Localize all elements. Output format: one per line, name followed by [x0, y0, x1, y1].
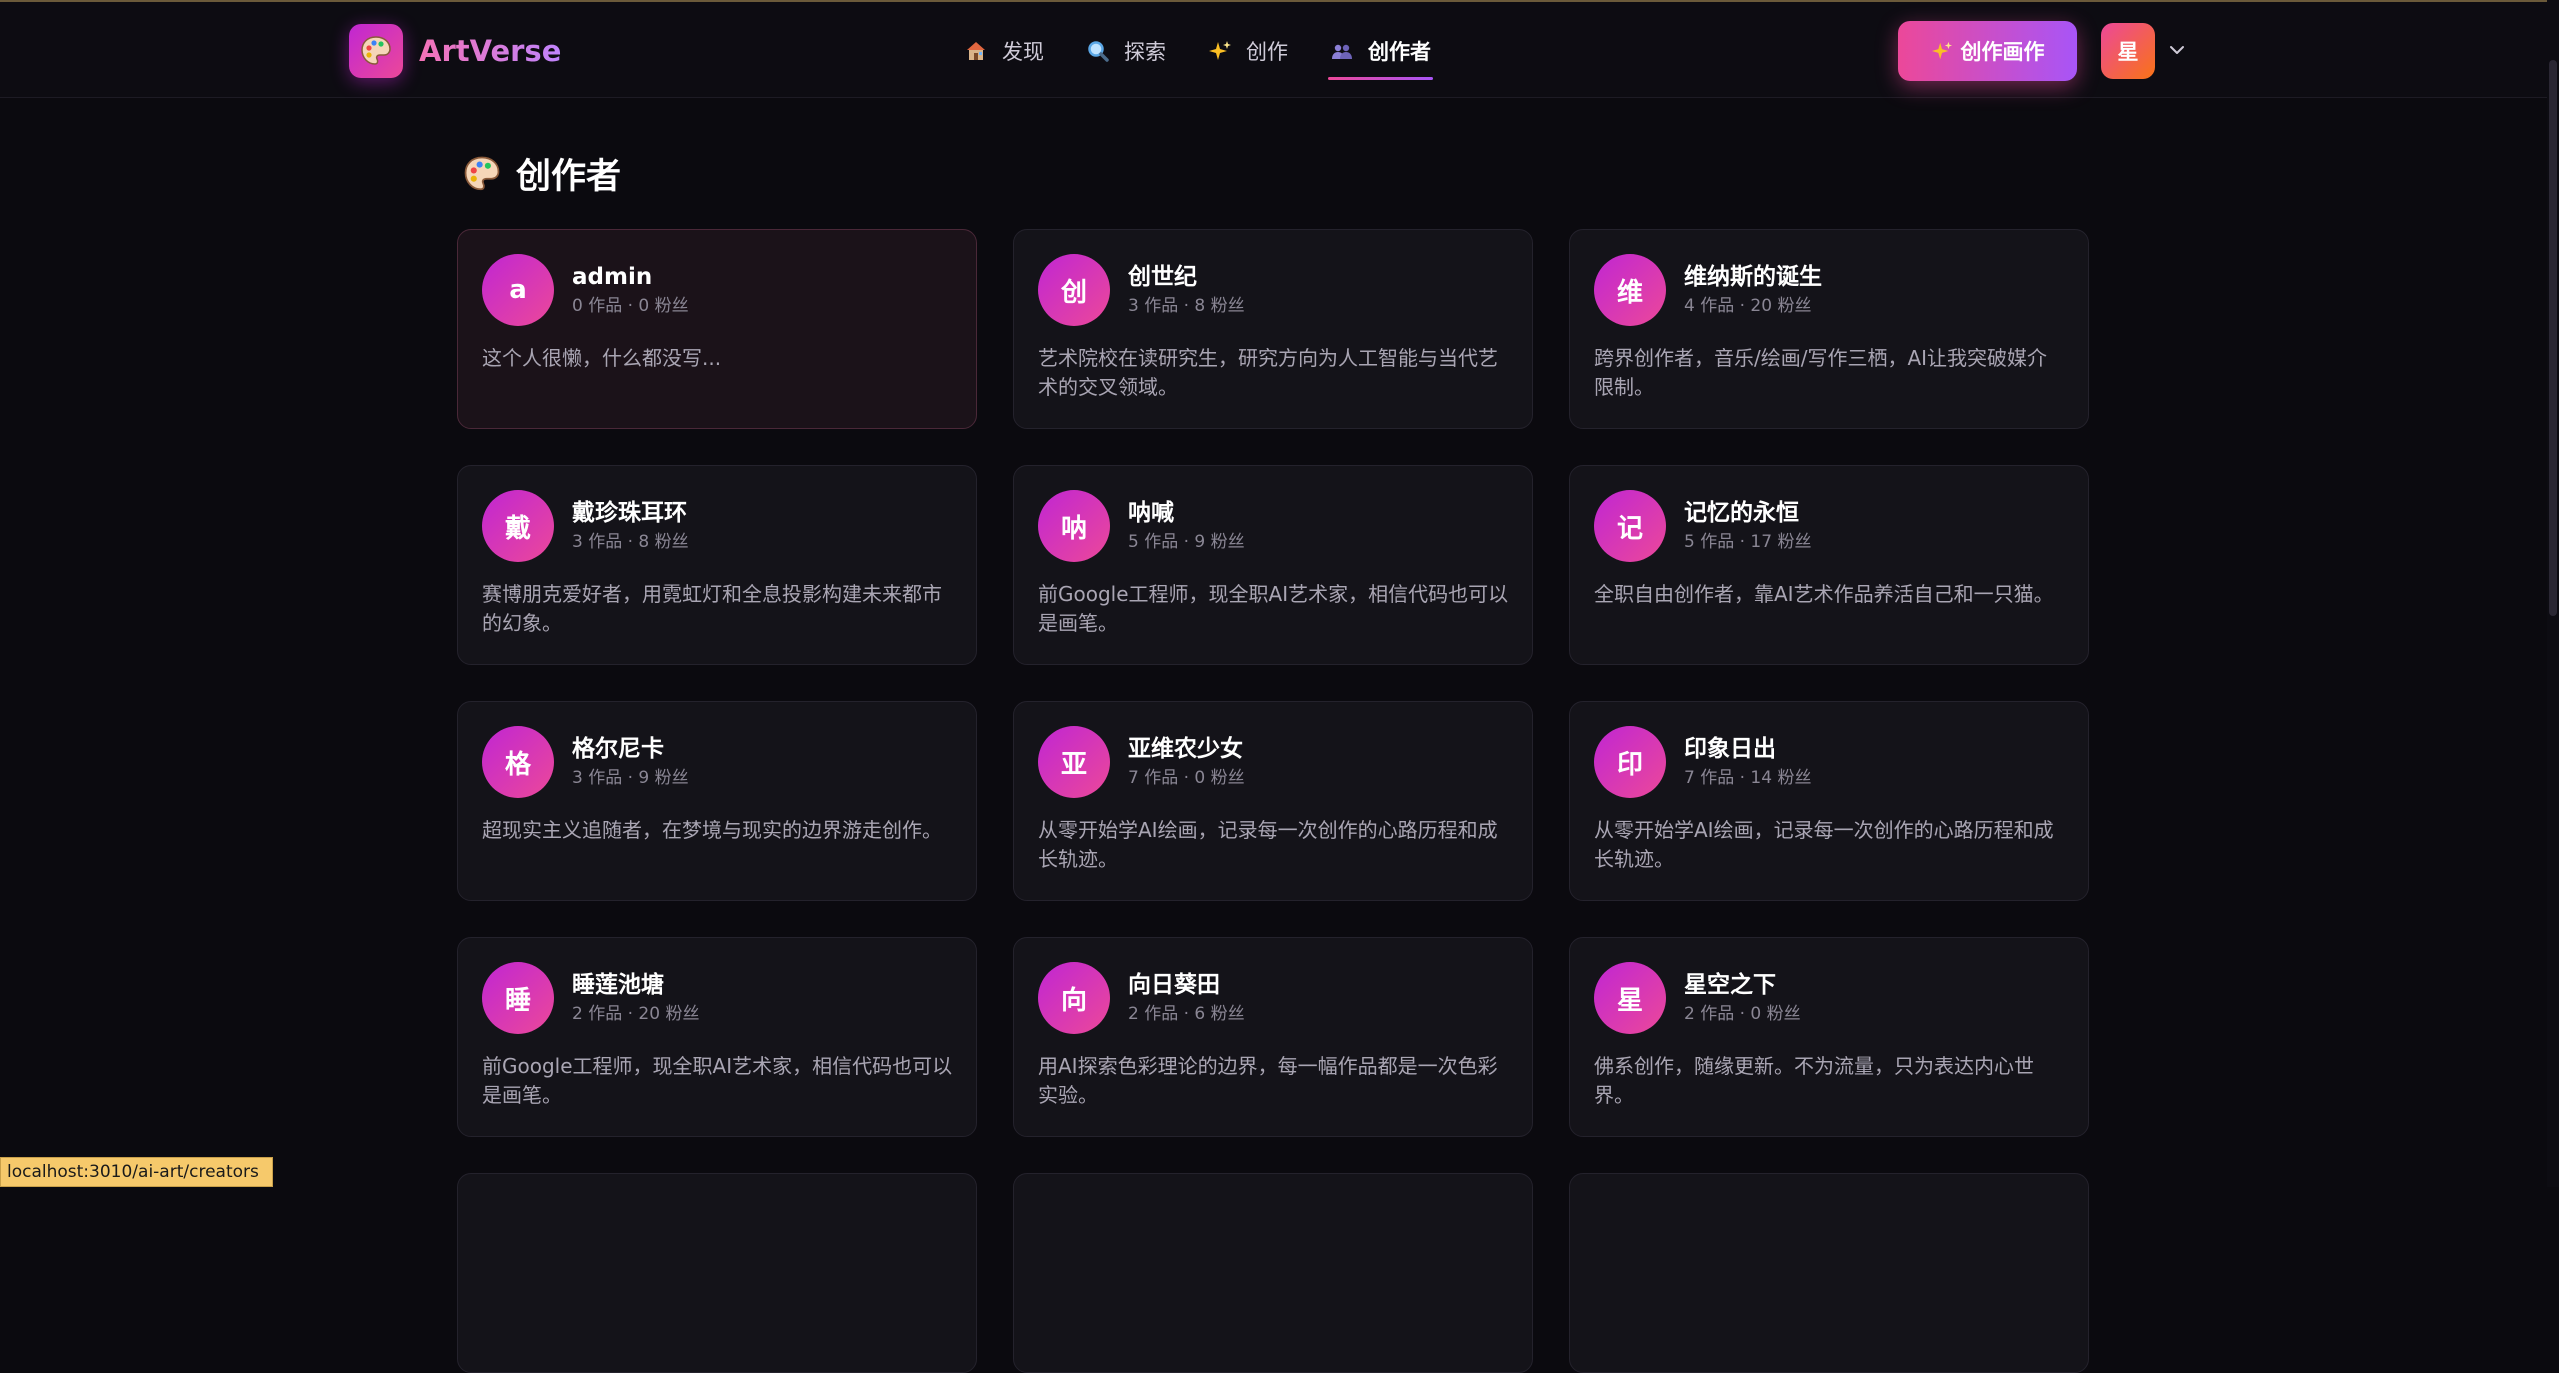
creator-name: 呐喊: [1128, 500, 1174, 526]
creator-card[interactable]: 印 印象日出 7 作品 · 14 粉丝 从零开始学AI绘画，记录每一次创作的心路…: [1569, 701, 2089, 901]
creator-bio: 艺术院校在读研究生，研究方向为人工智能与当代艺术的交叉领域。: [1038, 346, 1498, 399]
creator-bio: 从零开始学AI绘画，记录每一次创作的心路历程和成长轨迹。: [1594, 818, 2054, 871]
creator-bio: 超现实主义追随者，在梦境与现实的边界游走创作。: [482, 818, 942, 842]
creator-bio: 用AI探索色彩理论的边界，每一幅作品都是一次色彩实验。: [1038, 1054, 1498, 1107]
creator-card[interactable]: 呐 呐喊 5 作品 · 9 粉丝 前Google工程师，现全职AI艺术家，相信代…: [1013, 465, 1533, 665]
creator-stats: 7 作品 · 0 粉丝: [1128, 768, 1245, 788]
creator-name: 维纳斯的诞生: [1684, 264, 1822, 290]
avatar: 亚: [1038, 726, 1110, 798]
nav-item-label: 创作者: [1368, 40, 1431, 64]
creator-stats: 3 作品 · 8 粉丝: [1128, 296, 1245, 316]
top-navigation-bar: ArtVerse 发现 探索 创作 创作者 创作画作 星: [0, 0, 2559, 98]
avatar: 格: [482, 726, 554, 798]
creator-card[interactable]: 记 记忆的永恒 5 作品 · 17 粉丝 全职自由创作者，靠AI艺术作品养活自己…: [1569, 465, 2089, 665]
create-artwork-button[interactable]: 创作画作: [1898, 21, 2077, 81]
scrollbar[interactable]: [2547, 0, 2559, 1187]
user-avatar[interactable]: 星: [2101, 23, 2155, 79]
creator-name: 亚维农少女: [1128, 736, 1243, 762]
creator-name: 格尔尼卡: [572, 736, 664, 762]
creator-stats: 4 作品 · 20 粉丝: [1684, 296, 1812, 316]
creator-stats: 3 作品 · 9 粉丝: [572, 768, 689, 788]
creator-bio: 这个人很懒，什么都没写...: [482, 346, 722, 370]
nav-item-discover[interactable]: 发现: [950, 24, 1058, 78]
creator-card[interactable]: 格 格尔尼卡 3 作品 · 9 粉丝 超现实主义追随者，在梦境与现实的边界游走创…: [457, 701, 977, 901]
house-icon: [964, 39, 988, 63]
magnifier-icon: [1086, 39, 1110, 63]
creator-stats: 0 作品 · 0 粉丝: [572, 296, 689, 316]
creator-bio: 赛博朋克爱好者，用霓虹灯和全息投影构建未来都市的幻象。: [482, 582, 942, 635]
chevron-down-icon[interactable]: [2165, 38, 2189, 62]
avatar: 戴: [482, 490, 554, 562]
creator-stats: 5 作品 · 9 粉丝: [1128, 532, 1245, 552]
creator-card[interactable]: 亚 亚维农少女 7 作品 · 0 粉丝 从零开始学AI绘画，记录每一次创作的心路…: [1013, 701, 1533, 901]
page-title: 创作者: [462, 148, 621, 199]
avatar: 印: [1594, 726, 1666, 798]
avatar: 呐: [1038, 490, 1110, 562]
palette-icon: [462, 154, 502, 194]
creator-card[interactable]: 星 星空之下 2 作品 · 0 粉丝 佛系创作，随缘更新。不为流量，只为表达内心…: [1569, 937, 2089, 1137]
creator-stats: 5 作品 · 17 粉丝: [1684, 532, 1812, 552]
creator-card[interactable]: 戴 戴珍珠耳环 3 作品 · 8 粉丝 赛博朋克爱好者，用霓虹灯和全息投影构建未…: [457, 465, 977, 665]
creator-name: 记忆的永恒: [1684, 500, 1799, 526]
creator-bio: 佛系创作，随缘更新。不为流量，只为表达内心世界。: [1594, 1054, 2034, 1107]
sparkles-icon: [1208, 39, 1232, 63]
creator-card-partial[interactable]: [1569, 1173, 2089, 1373]
creator-name: 印象日出: [1684, 736, 1776, 762]
creator-card-partial[interactable]: [1013, 1173, 1533, 1373]
brand-logo-link[interactable]: ArtVerse: [349, 24, 561, 78]
brand-name: ArtVerse: [419, 34, 562, 68]
nav-item-label: 发现: [1002, 40, 1044, 64]
palette-icon: [349, 24, 403, 78]
avatar: 星: [1594, 962, 1666, 1034]
creator-stats: 3 作品 · 8 粉丝: [572, 532, 689, 552]
nav-item-create[interactable]: 创作: [1194, 24, 1302, 78]
creator-bio: 前Google工程师，现全职AI艺术家，相信代码也可以是画笔。: [482, 1054, 953, 1107]
people-icon: [1330, 39, 1354, 63]
sparkles-icon: [1931, 40, 1953, 62]
creator-stats: 2 作品 · 20 粉丝: [572, 1004, 700, 1024]
avatar: 记: [1594, 490, 1666, 562]
creator-stats: 2 作品 · 6 粉丝: [1128, 1004, 1245, 1024]
nav-item-creators[interactable]: 创作者: [1316, 24, 1445, 80]
creator-card-partial[interactable]: [457, 1173, 977, 1373]
creator-name: 创世纪: [1128, 264, 1197, 290]
creator-bio: 跨界创作者，音乐/绘画/写作三栖，AI让我突破媒介限制。: [1594, 346, 2048, 399]
creator-card[interactable]: 创 创世纪 3 作品 · 8 粉丝 艺术院校在读研究生，研究方向为人工智能与当代…: [1013, 229, 1533, 429]
main-nav: 发现 探索 创作 创作者: [950, 24, 1459, 80]
page-title-text: 创作者: [516, 157, 622, 197]
creator-card[interactable]: 睡 睡莲池塘 2 作品 · 20 粉丝 前Google工程师，现全职AI艺术家，…: [457, 937, 977, 1137]
creator-name: 睡莲池塘: [572, 972, 664, 998]
nav-item-explore[interactable]: 探索: [1072, 24, 1180, 78]
create-button-label: 创作画作: [1960, 41, 2045, 64]
avatar: 创: [1038, 254, 1110, 326]
creator-name: 向日葵田: [1128, 972, 1220, 998]
creator-stats: 7 作品 · 14 粉丝: [1684, 768, 1812, 788]
creator-card[interactable]: 向 向日葵田 2 作品 · 6 粉丝 用AI探索色彩理论的边界，每一幅作品都是一…: [1013, 937, 1533, 1137]
creator-card[interactable]: a admin 0 作品 · 0 粉丝 这个人很懒，什么都没写...: [457, 229, 977, 429]
creator-name: 戴珍珠耳环: [572, 500, 687, 526]
creator-bio: 从零开始学AI绘画，记录每一次创作的心路历程和成长轨迹。: [1038, 818, 1498, 871]
creator-grid: a admin 0 作品 · 0 粉丝 这个人很懒，什么都没写... 创 创世纪…: [457, 229, 2089, 1373]
creator-bio: 全职自由创作者，靠AI艺术作品养活自己和一只猫。: [1594, 582, 2054, 606]
link-status-url: localhost:3010/ai-art/creators: [0, 1157, 273, 1187]
nav-item-label: 创作: [1246, 40, 1288, 64]
creator-card[interactable]: 维 维纳斯的诞生 4 作品 · 20 粉丝 跨界创作者，音乐/绘画/写作三栖，A…: [1569, 229, 2089, 429]
creator-stats: 2 作品 · 0 粉丝: [1684, 1004, 1801, 1024]
avatar: 睡: [482, 962, 554, 1034]
avatar: a: [482, 254, 554, 326]
creator-bio: 前Google工程师，现全职AI艺术家，相信代码也可以是画笔。: [1038, 582, 1509, 635]
creator-name: admin: [572, 264, 653, 290]
nav-item-label: 探索: [1124, 40, 1166, 64]
avatar: 向: [1038, 962, 1110, 1034]
avatar: 维: [1594, 254, 1666, 326]
creator-name: 星空之下: [1684, 972, 1776, 998]
scrollbar-thumb[interactable]: [2549, 60, 2557, 616]
